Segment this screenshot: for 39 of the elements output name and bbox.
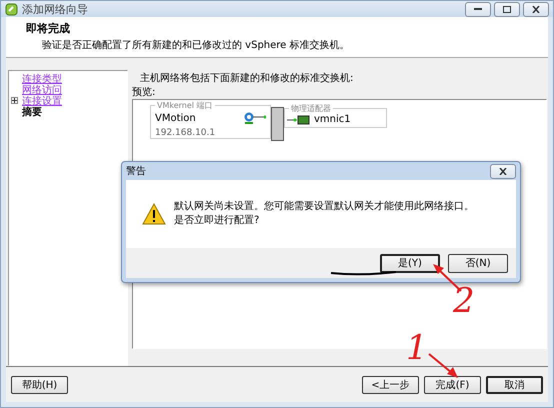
adapter-name: vmnic1 [314,114,351,125]
port-name: VMotion [155,112,196,124]
maximize-icon [503,6,511,12]
arrow-mark [428,353,458,378]
underline-mark [330,271,396,276]
current-step: 摘要 [22,104,42,118]
page-title: 即将完成 [26,21,71,36]
close-button[interactable] [523,2,549,16]
minimize-icon [474,7,482,11]
annotation-number: 1 [406,331,428,365]
annotation-number: 2 [453,284,475,318]
close-icon [532,6,540,12]
expand-icon[interactable] [11,97,18,104]
close-button[interactable] [490,164,516,178]
maximize-button[interactable] [494,2,520,16]
cancel-button[interactable]: 取消 [486,376,543,394]
page-subtitle: 验证是否正确配置了所有新建的和已修改过的 vSphere 标准交换机。 [41,38,351,52]
dialog-title: 警告 [126,164,146,178]
group-caption: 物理适配器 [289,103,333,114]
back-button[interactable]: <上一步 [362,376,419,394]
finish-button[interactable]: 完成(F) [424,376,481,394]
preview-label: 预览: [132,86,156,99]
window-title: 添加网络向导 [22,2,89,16]
intro-text: 主机网络将包括下面新建的和修改的标准交换机: [139,72,354,85]
dialog-button[interactable]: 否(N) [448,254,508,272]
step-link[interactable]: 连接类型 [22,72,62,86]
ip-address: 192.168.10.1 [155,128,216,138]
help-button[interactable]: 帮助(H) [11,376,68,394]
close-icon [499,168,507,174]
network-card-icon [287,115,311,125]
minimize-button[interactable] [465,2,491,16]
group-caption: VMkernel 端口 [155,100,215,111]
dialog-message: 默认网关尚未设置。您可能需要设置默认网关才能使用此网络接口。 [174,200,474,214]
dialog-message: 是否立即进行配置? [174,214,260,228]
step-link[interactable]: 连接设置 [22,94,62,108]
warning-icon [142,203,166,225]
network-port-icon [244,112,266,124]
dialog-button[interactable]: 是(Y) [380,254,440,272]
step-link[interactable]: 网络访问 [22,82,62,96]
